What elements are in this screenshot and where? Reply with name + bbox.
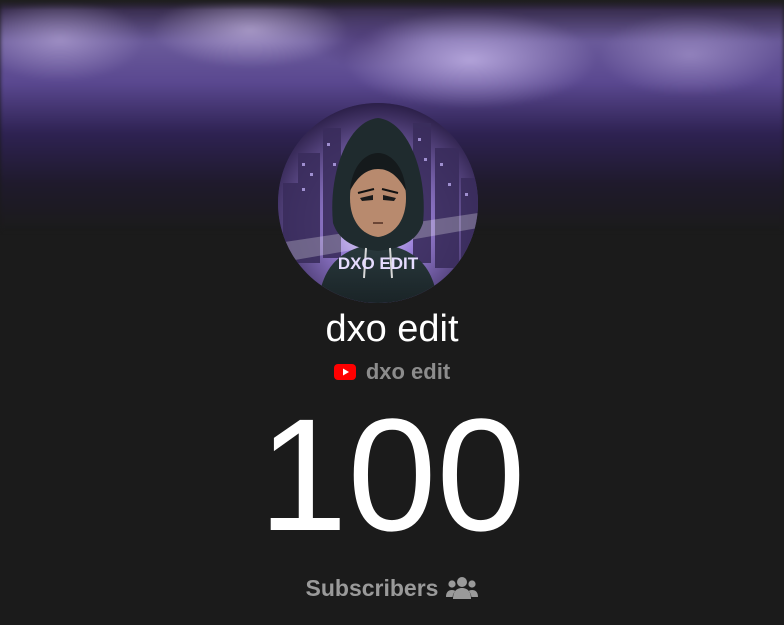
avatar-text: DXO EDIT <box>338 254 419 273</box>
banner-top-shade <box>0 0 784 10</box>
counter-page: DXO EDIT dxo edit dxo edit 100 Subscribe… <box>0 0 784 625</box>
channel-avatar[interactable]: DXO EDIT <box>278 103 478 303</box>
hooded-figure-avatar-icon: DXO EDIT <box>278 103 478 303</box>
channel-handle-text: dxo edit <box>365 359 451 384</box>
subscriber-count: 100 <box>258 385 526 564</box>
subscriber-label-row: Subscribers <box>0 573 784 603</box>
users-icon <box>446 576 479 600</box>
youtube-icon <box>333 364 356 380</box>
channel-handle[interactable]: dxo edit <box>0 358 784 386</box>
subscriber-label: Subscribers <box>305 575 439 601</box>
channel-name: dxo edit <box>325 308 459 350</box>
